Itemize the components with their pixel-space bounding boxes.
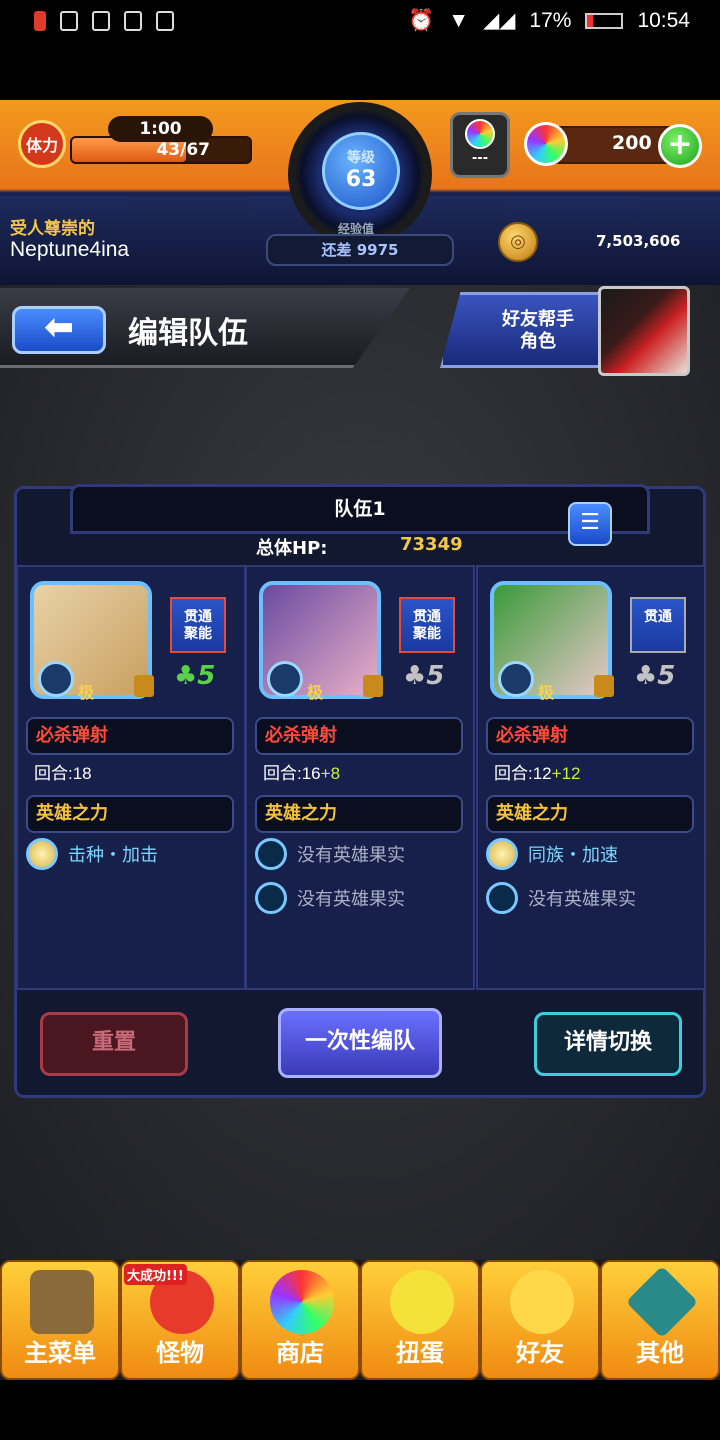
promo-tag: 大成功!!! (124, 1264, 187, 1285)
lock-icon (363, 675, 383, 697)
ability-badge: 贯通 聚能 (399, 597, 455, 653)
empty-fruit-icon (255, 838, 287, 870)
monster-portrait[interactable]: 极 (30, 581, 154, 702)
monster-portrait[interactable]: 极 (259, 581, 383, 702)
team-member-1[interactable]: 极 贯通 聚能 ♣5 必杀弹射 回合:18 英雄之力 击种・加击 (16, 565, 246, 990)
vpn-icon (156, 11, 174, 31)
hero-fruit[interactable]: 同族・加速 (486, 835, 618, 873)
status-bar: ⏰ ▼ ◢◢ 17% 10:54 (0, 0, 720, 42)
strike-shot-label: 必杀弹射 (255, 717, 463, 755)
ability-badge: 贯通 (630, 597, 686, 653)
alarm-icon: ⏰ (408, 8, 435, 32)
strike-shot-label: 必杀弹射 (26, 717, 234, 755)
orb-icon (465, 119, 495, 149)
nav-friends[interactable]: 好友 (480, 1260, 600, 1380)
monster-portrait[interactable]: 极 (490, 581, 614, 702)
gold-coin-icon: ◎ (498, 222, 538, 262)
system-nav-bar (0, 1380, 720, 1440)
strike-turns: 回合:18 (34, 764, 92, 783)
element-icon (267, 661, 303, 697)
level-label: 等级 (347, 150, 375, 166)
back-button[interactable]: ⬅ (12, 306, 106, 354)
hero-power-label: 英雄之力 (486, 795, 694, 833)
empty-fruit-icon (255, 882, 287, 914)
page-title: 编辑队伍 (128, 316, 248, 351)
orb-slot[interactable]: --- (450, 112, 510, 178)
strike-turns: 回合:12+12 (494, 764, 581, 783)
team-member-3[interactable]: 极 贯通 ♣5 必杀弹射 回合:12+12 英雄之力 同族・加速 没有英雄果实 (476, 565, 706, 990)
nav-main-menu[interactable]: 主菜单 (0, 1260, 120, 1380)
toggle-details-button[interactable]: 详情切换 (534, 1012, 682, 1076)
friends-icon (510, 1270, 574, 1334)
battery-icon (585, 12, 624, 29)
other-icon (625, 1265, 699, 1339)
battery-percent: 17% (529, 8, 572, 32)
luck-value: ♣5 (174, 661, 216, 691)
team-member-2[interactable]: 极 贯通 聚能 ♣5 必杀弹射 回合:16+8 英雄之力 没有英雄果实 没有英雄… (245, 565, 475, 990)
lock-icon (134, 675, 154, 697)
hero-fruit[interactable]: 击种・加击 (26, 835, 158, 873)
level-value: 63 (345, 167, 377, 192)
bottom-nav: 主菜单 大成功!!! 怪物 商店 扭蛋 好友 其他 (0, 1260, 720, 1380)
orb-icon (270, 1270, 334, 1334)
stamina-value: 43/67 (156, 140, 210, 160)
total-hp-value: 73349 (400, 534, 463, 555)
wifi-icon: ▼ (448, 8, 470, 32)
ability-badge: 贯通 聚能 (170, 597, 226, 653)
nav-other[interactable]: 其他 (600, 1260, 720, 1380)
empty-fruit-icon (486, 882, 518, 914)
luck-value: ♣5 (403, 661, 445, 691)
hero-power-label: 英雄之力 (26, 795, 234, 833)
total-hp-label: 总体HP: (256, 538, 328, 559)
egg-icon (390, 1270, 454, 1334)
gem-orb-icon (524, 122, 568, 166)
add-gems-button[interactable]: + (658, 124, 702, 168)
back-arrow-icon: ⬅ (43, 307, 75, 348)
lock-icon (594, 675, 614, 697)
list-icon: ☰ (580, 510, 600, 535)
one-time-team-button[interactable]: 一次性编队 (278, 1008, 442, 1078)
stamina-badge: 体力 (18, 120, 66, 168)
clock: 10:54 (637, 8, 690, 32)
hero-fruit-slot[interactable]: 没有英雄果实 (255, 879, 405, 917)
friend-helper-button[interactable]: 好友帮手 角色 (440, 292, 610, 368)
nav-gacha[interactable]: 扭蛋 (360, 1260, 480, 1380)
fruit-icon (486, 838, 518, 870)
gem-count: 200 (612, 132, 652, 154)
nav-monsters[interactable]: 大成功!!! 怪物 (120, 1260, 240, 1380)
friend-helper-avatar[interactable] (598, 286, 690, 376)
signal-icon: ◢◢ (483, 9, 516, 32)
stamina-timer: 1:00 (108, 116, 213, 142)
luck-value: ♣5 (634, 661, 676, 691)
reset-button[interactable]: 重置 (40, 1012, 188, 1076)
player-title: 受人尊崇的 (10, 219, 95, 239)
team-list-button[interactable]: ☰ (568, 502, 612, 546)
gold-count: 7,503,606 (596, 232, 681, 250)
strike-shot-label: 必杀弹射 (486, 717, 694, 755)
player-name: Neptune4ina (10, 238, 130, 261)
strike-turns: 回合:16+8 (263, 764, 341, 783)
gate-icon (30, 1270, 94, 1334)
app-notification-icon (60, 11, 78, 31)
app-notification-icon (124, 11, 142, 31)
hero-fruit-slot[interactable]: 没有英雄果实 (255, 835, 405, 873)
hero-power-label: 英雄之力 (255, 795, 463, 833)
hero-fruit-slot[interactable]: 没有英雄果实 (486, 879, 636, 917)
exp-remaining: 还差 9975 (266, 234, 454, 266)
alert-icon (34, 11, 46, 31)
fruit-icon (26, 838, 58, 870)
app-notification-icon (92, 11, 110, 31)
element-icon (498, 661, 534, 697)
team-name: 队伍1 (334, 498, 386, 520)
element-icon (38, 661, 74, 697)
nav-shop[interactable]: 商店 (240, 1260, 360, 1380)
